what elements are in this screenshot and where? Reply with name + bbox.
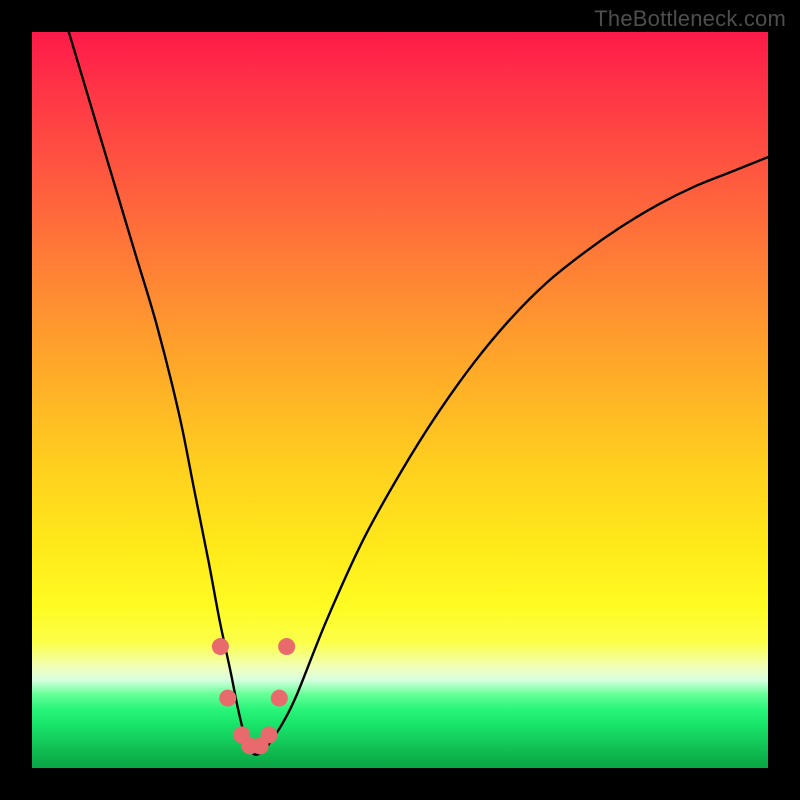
watermark-text: TheBottleneck.com bbox=[594, 6, 786, 32]
bottleneck-curve bbox=[69, 32, 768, 755]
curve-marker bbox=[212, 638, 229, 655]
curve-marker bbox=[271, 690, 288, 707]
curve-marker bbox=[260, 726, 277, 743]
curve-marker bbox=[278, 638, 295, 655]
plot-area bbox=[32, 32, 768, 768]
curve-markers bbox=[212, 638, 295, 754]
curve-svg bbox=[32, 32, 768, 768]
chart-frame: TheBottleneck.com bbox=[0, 0, 800, 800]
curve-marker bbox=[219, 690, 236, 707]
